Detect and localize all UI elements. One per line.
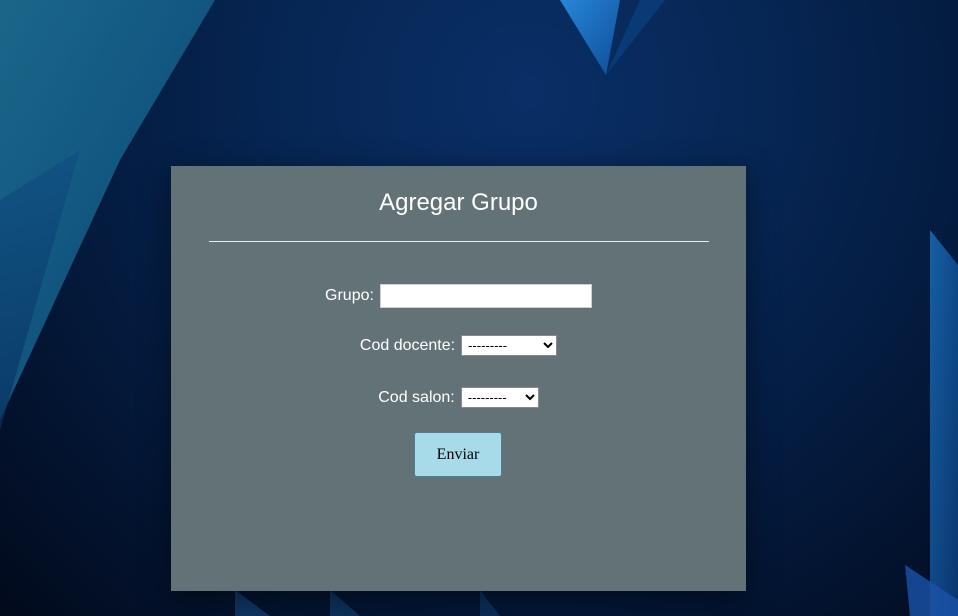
enviar-button[interactable]: Enviar (414, 432, 502, 477)
cod-salon-label: Cod salon: (378, 388, 455, 406)
cod-docente-select[interactable]: --------- (461, 335, 558, 356)
cod-salon-field-row: Cod salon: --------- (171, 387, 746, 408)
grupo-input[interactable] (379, 284, 592, 308)
form-title: Agregar Grupo (379, 189, 538, 216)
cod-salon-select[interactable]: --------- (460, 387, 539, 408)
grupo-label: Grupo: (325, 287, 374, 304)
title-divider (209, 241, 709, 242)
add-group-form-card: Agregar Grupo Grupo: Cod docente: ------… (171, 166, 746, 591)
grupo-field-row: Grupo: (171, 284, 746, 308)
cod-docente-label: Cod docente: (359, 336, 456, 354)
cod-docente-field-row: Cod docente: --------- (171, 335, 746, 356)
